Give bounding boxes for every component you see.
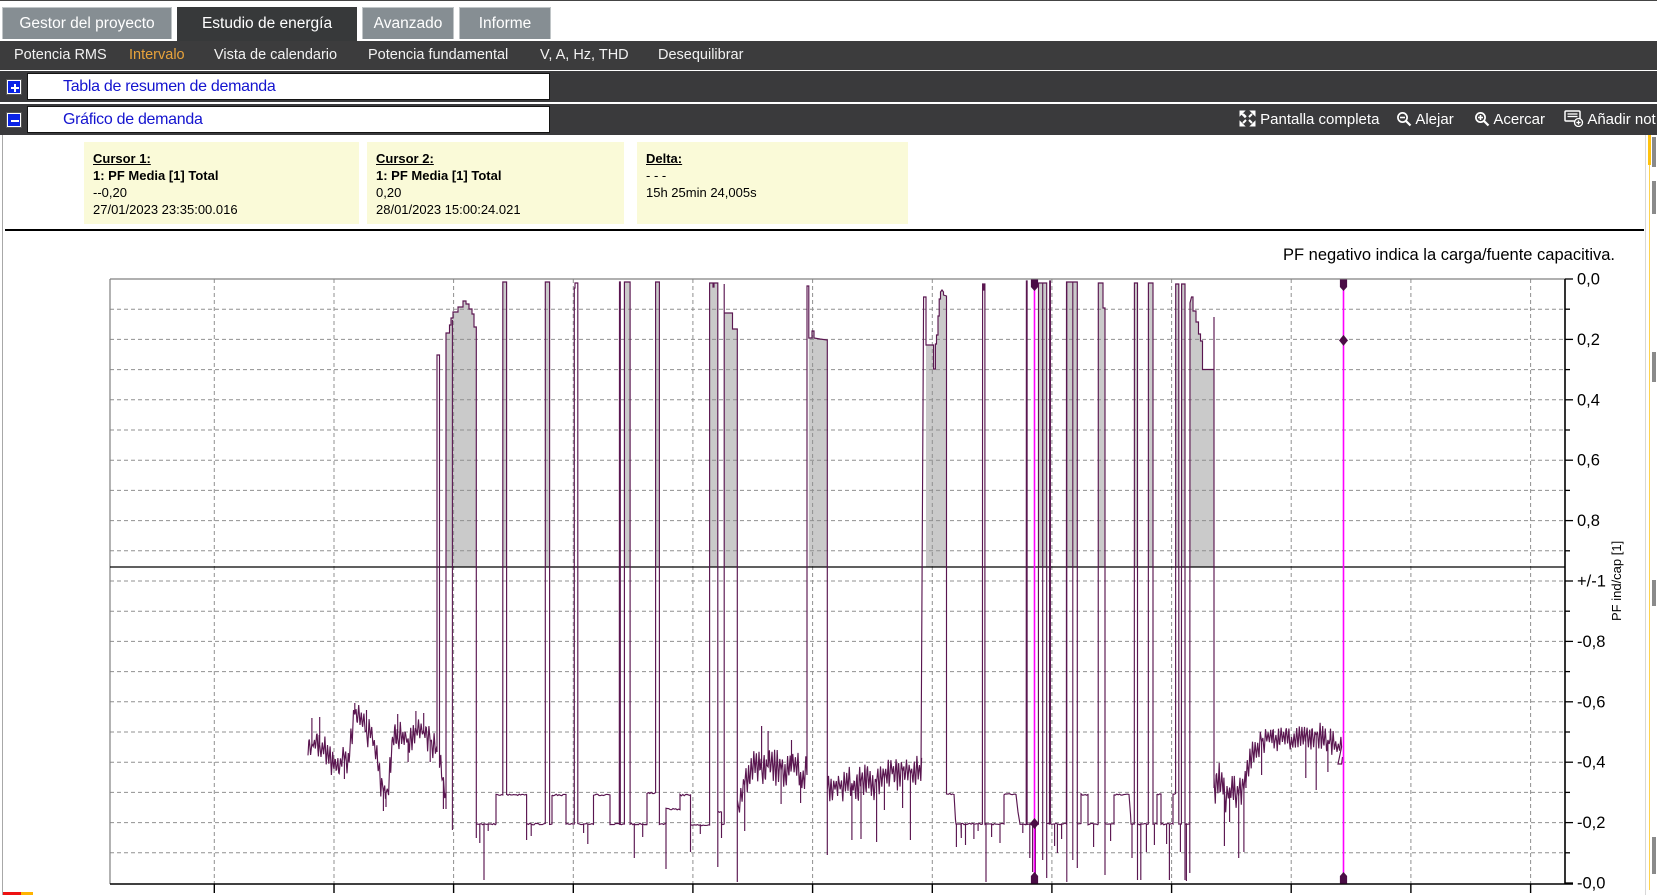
svg-text:-0,0: -0,0 <box>1577 875 1605 893</box>
svg-text:0,2: 0,2 <box>1577 331 1600 349</box>
svg-text:0,6: 0,6 <box>1577 452 1600 470</box>
svg-text:+/-1: +/-1 <box>1577 573 1606 591</box>
svg-text:0,4: 0,4 <box>1577 391 1600 409</box>
svg-text:PF ind/cap [1]: PF ind/cap [1] <box>1609 541 1624 621</box>
svg-text:-0,2: -0,2 <box>1577 814 1605 832</box>
svg-text:-0,8: -0,8 <box>1577 633 1605 651</box>
svg-text:0,8: 0,8 <box>1577 512 1600 530</box>
svg-text:0,0: 0,0 <box>1577 271 1600 289</box>
svg-text:-0,4: -0,4 <box>1577 754 1605 772</box>
svg-text:-0,6: -0,6 <box>1577 693 1605 711</box>
